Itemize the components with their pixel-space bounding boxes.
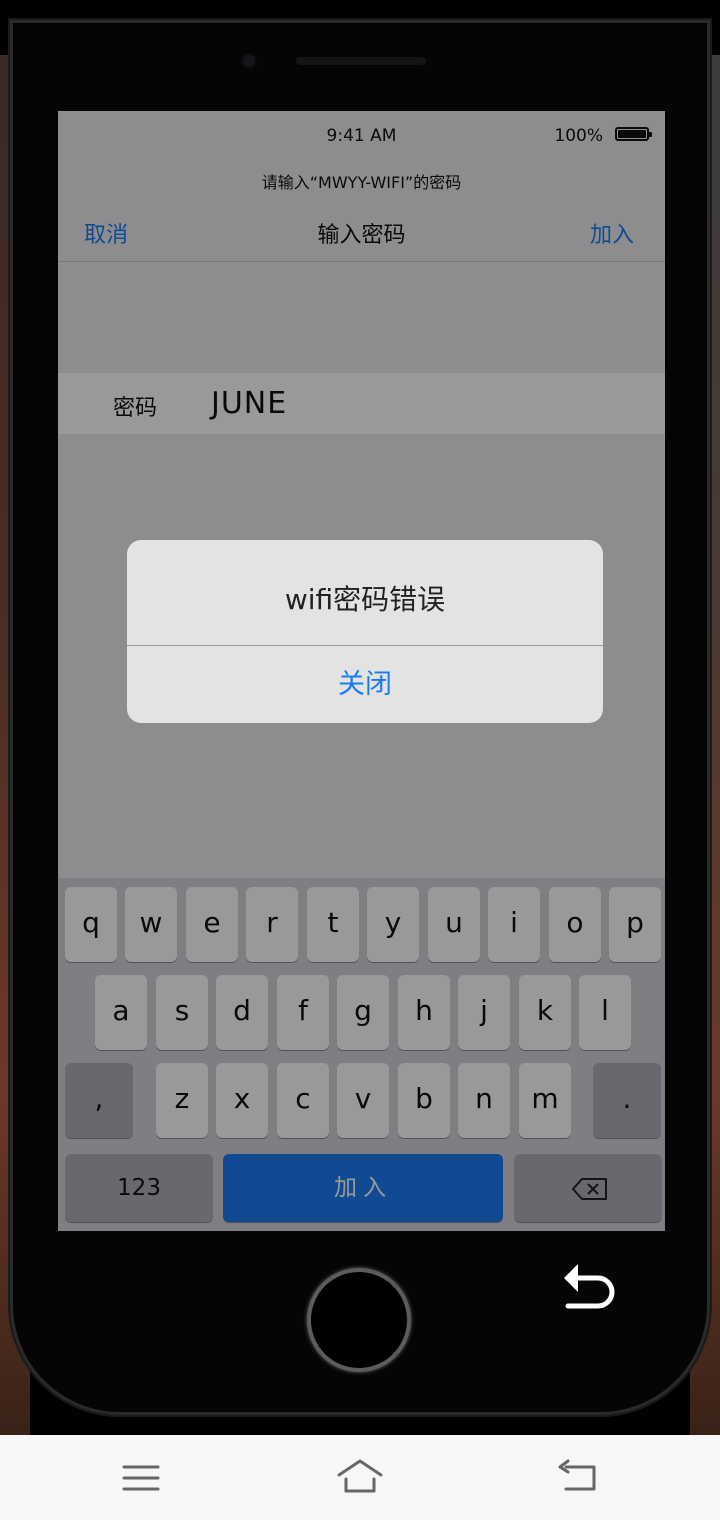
front-camera — [243, 55, 255, 67]
alert-title: wifi密码错误 — [284, 583, 446, 616]
back-icon[interactable] — [556, 1455, 602, 1501]
phone-home-button — [307, 1268, 411, 1372]
earpiece-speaker — [296, 57, 426, 65]
return-arrow-icon[interactable] — [560, 1258, 620, 1318]
home-icon[interactable] — [337, 1455, 383, 1501]
menu-icon[interactable] — [118, 1455, 164, 1501]
system-nav-bar — [0, 1435, 720, 1520]
error-alert: wifi密码错误 关闭 — [127, 540, 603, 723]
close-button[interactable]: 关闭 — [127, 646, 603, 723]
